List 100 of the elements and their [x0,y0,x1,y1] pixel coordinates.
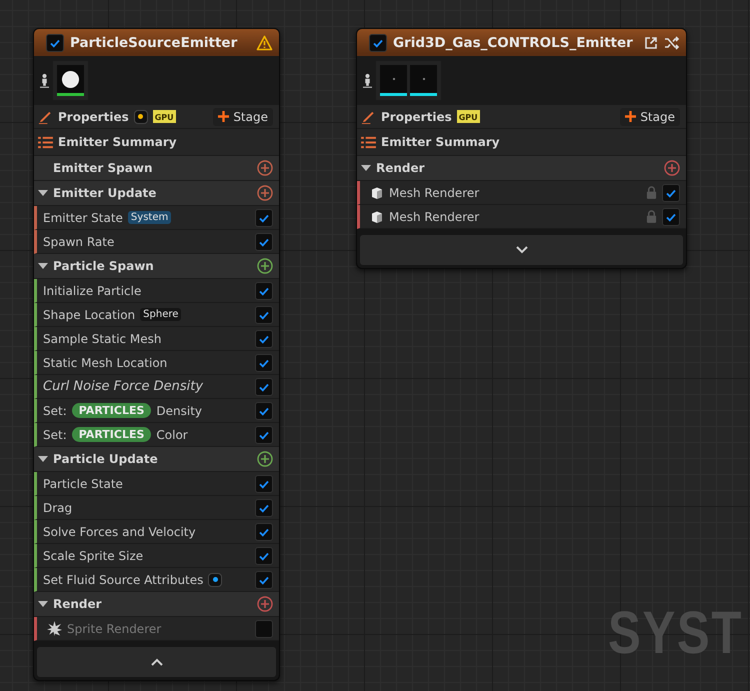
module-label: Set Fluid Source Attributes [43,572,204,586]
stage-title: Emitter Spawn [53,161,154,175]
collapse-toggle-button[interactable] [360,235,683,265]
summary-label[interactable]: Emitter Summary [381,135,500,149]
list-icon [38,136,53,148]
stage-title: Render [376,161,426,175]
stage-header[interactable]: Particle Spawn [34,254,279,279]
module-row[interactable]: Mesh Renderer [357,205,686,229]
emitter-title: Grid3D_Gas_CONTROLS_Emitter [393,34,634,50]
module-row[interactable]: Particle State [34,472,279,496]
figure-icon [40,73,49,88]
module-label: Initialize Particle [43,284,142,298]
add-module-icon[interactable] [257,160,273,176]
warning-icon [256,34,273,50]
stage-header[interactable]: Emitter Update [34,181,279,206]
chevron-icon [150,658,162,666]
module-label: Density [156,404,202,418]
module-row[interactable]: Curl Noise Force Density [34,375,279,399]
checkbox[interactable] [255,498,273,516]
add-module-icon[interactable] [664,160,680,176]
module-row[interactable]: Emitter State System [34,206,279,230]
module-label: Shape Location [43,308,136,322]
add-module-icon[interactable] [257,451,273,467]
module-row[interactable]: Initialize Particle [34,279,279,303]
expand-triangle-icon[interactable] [38,189,48,197]
expand-triangle-icon[interactable] [38,455,48,463]
renderer-label: Sprite Renderer [67,622,162,636]
checkbox[interactable] [255,282,273,300]
module-row[interactable]: Drag [34,496,279,520]
checkbox[interactable] [255,378,273,396]
chevron-icon [516,246,528,254]
checkbox[interactable] [255,330,273,348]
module-row[interactable]: Set Fluid Source Attributes [34,568,279,592]
plus-icon [218,111,230,122]
checkbox[interactable] [46,34,64,52]
emitter-thumbnail[interactable] [380,65,407,96]
stage-header[interactable]: Emitter Spawn [34,156,279,181]
module-label: Drag [43,500,72,514]
pencil-icon [361,109,376,124]
emitter-thumbnail[interactable] [410,65,437,96]
module-tag: System [128,211,172,224]
emitter-node[interactable]: Grid3D_Gas_CONTROLS_Emitter Properties GPU Stage Emitter Summary Render Mesh Renderer Mesh Renderer [356,28,687,269]
properties-label[interactable]: Properties [381,110,452,124]
checkbox[interactable] [255,354,273,372]
figure-icon [363,73,372,88]
emitter-thumbnail[interactable] [57,65,84,96]
module-row[interactable]: Mesh Renderer [357,181,686,205]
cube-icon [370,186,384,200]
module-row[interactable]: Set: PARTICLES Color [34,423,279,447]
module-row[interactable]: Sample Static Mesh [34,327,279,351]
module-row[interactable]: Spawn Rate [34,230,279,254]
stage-title: Particle Spawn [53,259,155,273]
properties-label[interactable]: Properties [58,110,129,124]
module-row[interactable]: Solve Forces and Velocity [34,520,279,544]
emitter-title: ParticleSourceEmitter [70,34,238,50]
stage-header[interactable]: Particle Update [34,447,279,472]
collapse-toggle-button[interactable] [37,647,276,677]
add-stage-button[interactable]: Stage [213,108,273,126]
module-label: Particle State [43,476,123,490]
checkbox[interactable] [255,208,273,226]
checkbox[interactable] [255,232,273,250]
module-row[interactable]: Scale Sprite Size [34,544,279,568]
expand-triangle-icon[interactable] [361,164,371,172]
checkbox[interactable] [662,208,680,226]
stage-title: Particle Update [53,452,159,466]
add-stage-button[interactable]: Stage [620,108,680,126]
shuffle-icon[interactable] [664,36,680,50]
burst-icon [47,621,62,636]
checkbox[interactable] [255,426,273,444]
module-row[interactable]: Shape Location Sphere [34,303,279,327]
renderer-label: Mesh Renderer [389,186,480,200]
expand-triangle-icon[interactable] [38,262,48,270]
module-row[interactable]: Set: PARTICLES Density [34,399,279,423]
checkbox[interactable] [255,546,273,564]
checkbox[interactable] [255,570,273,588]
checkbox[interactable] [662,184,680,202]
external-link-icon[interactable] [644,36,658,50]
checkbox[interactable] [255,306,273,324]
module-label: Static Mesh Location [43,356,168,370]
checkbox[interactable] [369,34,387,52]
list-icon [361,136,376,148]
namespace-pill: PARTICLES [72,427,152,442]
module-row[interactable]: Static Mesh Location [34,351,279,375]
expand-triangle-icon[interactable] [38,600,48,608]
checkbox[interactable] [255,620,273,638]
renderer-label: Mesh Renderer [389,210,480,224]
emitter-node[interactable] [33,28,280,681]
stage-header[interactable]: Render [357,156,686,181]
module-row[interactable]: Sprite Renderer [34,617,279,641]
stage-header[interactable]: Render [34,592,279,617]
add-module-icon[interactable] [257,258,273,274]
checkbox[interactable] [255,522,273,540]
checkbox[interactable] [255,402,273,420]
checkbox[interactable] [255,474,273,492]
module-tag: Sphere [140,308,182,321]
pencil-icon [38,109,53,124]
gpu-chip: GPU [456,110,480,123]
add-module-icon[interactable] [257,596,273,612]
module-label: Emitter State [43,210,123,224]
add-module-icon[interactable] [257,185,273,201]
